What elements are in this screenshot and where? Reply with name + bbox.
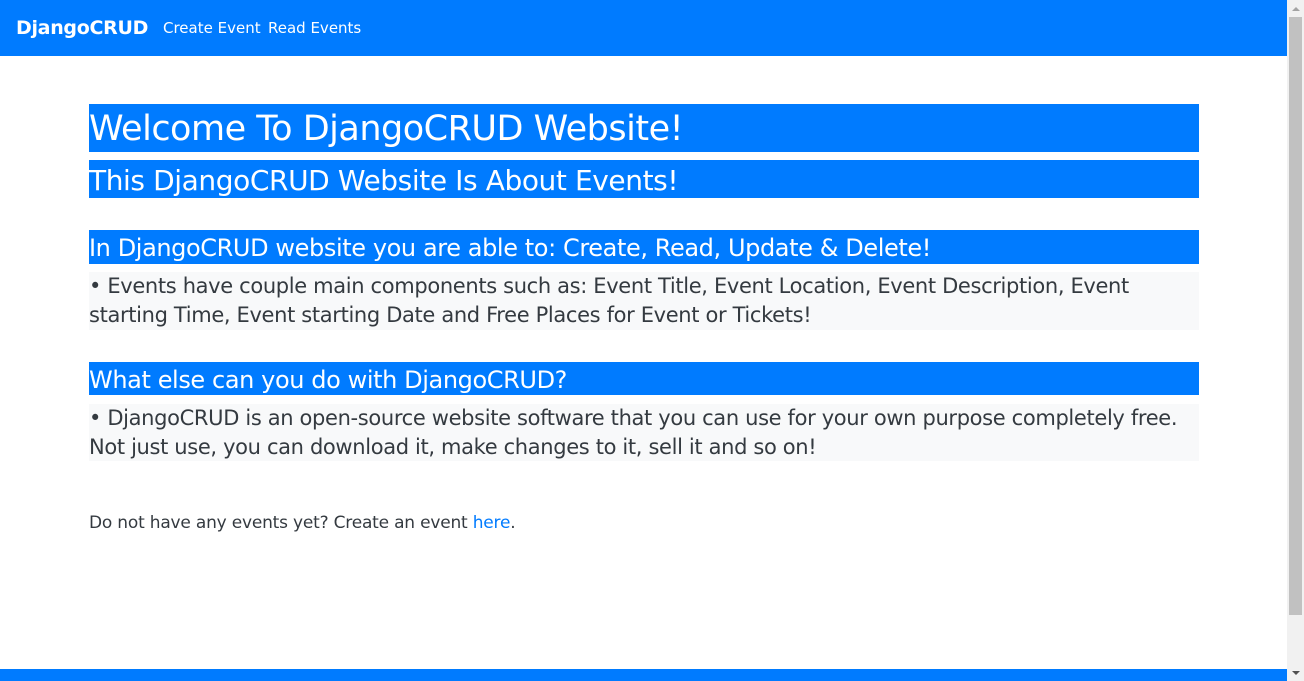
create-event-link[interactable]: here — [473, 513, 511, 533]
section-heading-features: In DjangoCRUD website you are able to: C… — [89, 230, 1199, 264]
create-event-prompt: Do not have any events yet? Create an ev… — [89, 511, 516, 535]
create-event-prompt-text: Do not have any events yet? Create an ev… — [89, 513, 473, 533]
vertical-scrollbar[interactable] — [1287, 0, 1304, 681]
page: DjangoCRUD Create Event Read Events Welc… — [0, 0, 1287, 681]
footer-bar — [0, 669, 1287, 681]
section-text-more: • DjangoCRUD is an open-source website s… — [89, 404, 1199, 461]
section-text-features: • Events have couple main components suc… — [89, 272, 1199, 330]
create-event-prompt-period: . — [510, 513, 516, 533]
page-subtitle: This DjangoCRUD Website Is About Events! — [89, 160, 1199, 198]
chevron-down-icon — [1291, 670, 1300, 675]
nav-link-read-events[interactable]: Read Events — [268, 19, 361, 37]
nav-link-create-event[interactable]: Create Event — [163, 19, 261, 37]
scroll-down-button[interactable] — [1287, 664, 1304, 681]
section-heading-more: What else can you do with DjangoCRUD? — [89, 362, 1199, 395]
chevron-up-icon — [1291, 6, 1300, 11]
scrollbar-thumb[interactable] — [1289, 17, 1302, 615]
navbar: DjangoCRUD Create Event Read Events — [0, 0, 1287, 56]
page-title: Welcome To DjangoCRUD Website! — [89, 104, 1199, 152]
navbar-brand[interactable]: DjangoCRUD — [16, 17, 148, 39]
scroll-up-button[interactable] — [1287, 0, 1304, 17]
